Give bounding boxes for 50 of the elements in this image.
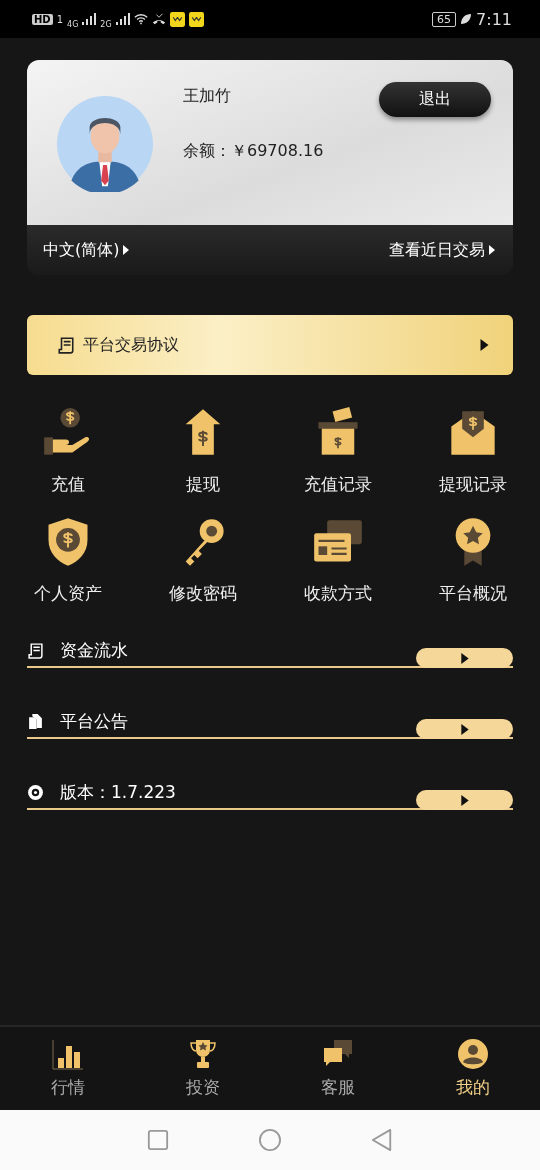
recents-button[interactable] [147,1129,169,1151]
action-item[interactable]: 个人资产 [0,516,135,605]
user-name: 王加竹 [183,86,232,107]
action-item[interactable]: 修改密码 [135,516,270,605]
avatar-icon [57,96,153,192]
menu-row[interactable]: 版本：1.7.223 [27,781,513,810]
menu-row[interactable]: 资金流水 [27,639,513,668]
action-item[interactable]: 提现记录 [405,407,540,496]
nav-tab[interactable]: 投资 [135,1027,270,1110]
document-icon [27,642,44,659]
action-item[interactable]: 收款方式 [270,516,405,605]
agreement-bar[interactable]: 平台交易协议 [27,315,513,375]
battery-level: 65 [432,11,457,27]
logout-button[interactable]: 退出 [379,82,491,117]
user-icon [456,1038,489,1070]
action-item[interactable]: 充值记录 [270,407,405,496]
caret-icon [489,245,495,255]
app-notification-icon [169,11,185,27]
sim-number: 1 [56,13,64,25]
back-button[interactable] [371,1129,393,1151]
network-type: 2G [100,19,112,29]
home-button[interactable] [259,1129,281,1151]
play-icon [460,652,469,664]
balance-text: 余额：￥69708.16 [183,141,325,162]
signal-icon [115,13,130,25]
action-item[interactable]: 充值 [0,407,135,496]
nav-tab[interactable]: 行情 [0,1027,135,1110]
disc-icon [27,784,44,801]
action-item[interactable]: 平台概况 [405,516,540,605]
play-icon [460,723,469,735]
network-type: 4G [67,19,79,29]
wifi-icon [133,13,148,25]
menu-row[interactable]: 平台公告 [27,710,513,739]
leaf-icon [460,13,473,25]
missed-call-icon [151,13,166,25]
arrow-icon [480,339,489,351]
app-notification-icon [188,11,204,27]
recent-transactions-link[interactable]: 查看近日交易 [389,239,495,261]
hd-indicator: HD [32,13,53,25]
caret-icon [123,245,130,255]
nav-tab[interactable]: 我的 [405,1027,540,1110]
language-selector[interactable]: 中文(简体) [43,239,130,261]
action-item[interactable]: 提现 [135,407,270,496]
signal-icon [82,13,97,25]
play-icon [460,794,469,806]
nav-tab[interactable]: 客服 [270,1027,405,1110]
bar-chart-icon [51,1038,84,1070]
clock-time: 7:11 [476,9,512,29]
documents-icon [27,713,44,730]
document-icon [57,336,75,354]
